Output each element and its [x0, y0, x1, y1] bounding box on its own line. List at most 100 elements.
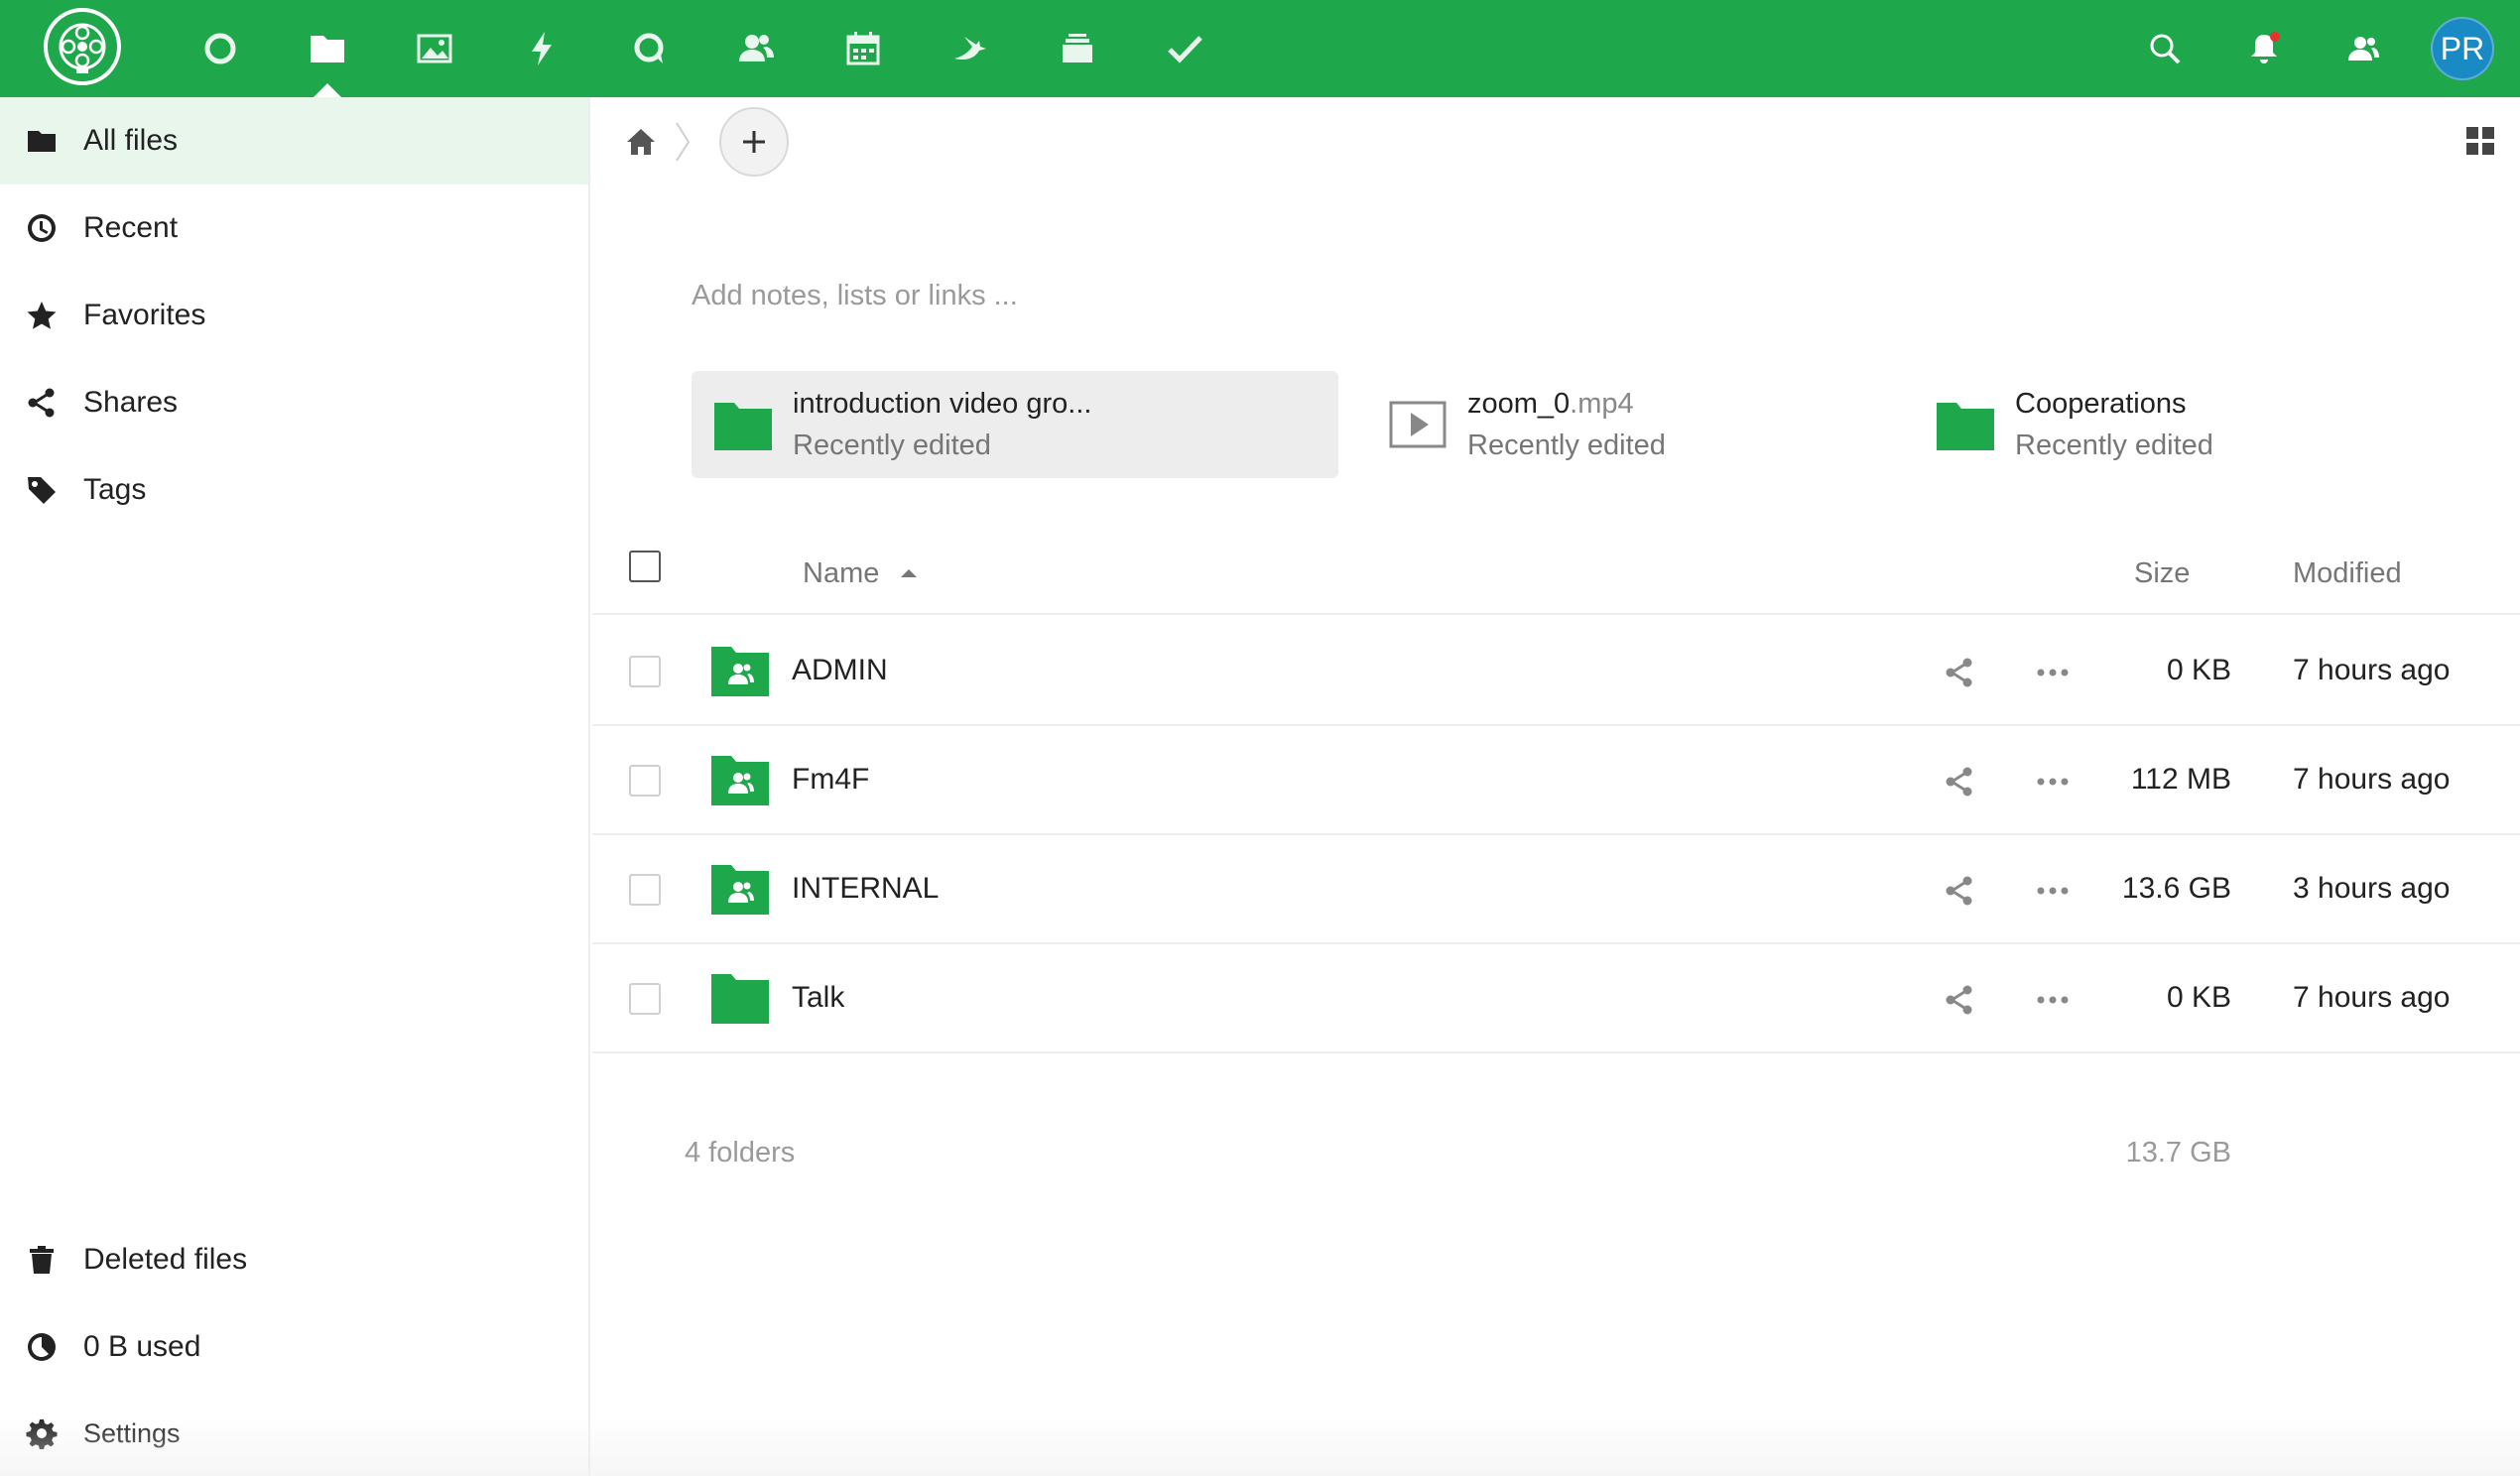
search-button[interactable] [2115, 0, 2214, 97]
folder-icon [24, 123, 60, 159]
recent-card-name: Cooperations [2015, 388, 2187, 420]
calendar-icon [846, 32, 880, 65]
share-button[interactable] [1940, 653, 1979, 692]
user-avatar[interactable]: PR [2431, 17, 2494, 80]
table-row[interactable]: INTERNAL 13.6 GB 3 hours ago [592, 835, 2520, 944]
shared-folder-icon [711, 754, 769, 805]
main-content: introduction video gro... Recently edite… [592, 97, 2520, 1476]
photos-app-button[interactable] [381, 0, 488, 97]
sidebar-item-tags[interactable]: Tags [0, 446, 588, 534]
sidebar-item-label: Deleted files [83, 1243, 248, 1276]
file-modified: 7 hours ago [2293, 763, 2451, 796]
file-table-header: Name Size Modified [592, 534, 2520, 615]
notification-dot [2270, 32, 2280, 42]
activity-app-button[interactable] [488, 0, 595, 97]
dashboard-app-button[interactable] [167, 0, 274, 97]
tasks-app-button[interactable] [1131, 0, 1238, 97]
files-app-button[interactable] [274, 0, 381, 97]
share-icon [1946, 876, 1972, 906]
recent-card-name: introduction video gro... [793, 388, 1092, 420]
talk-app-button[interactable] [595, 0, 702, 97]
sidebar: All files Recent Favorites Shares Tags D… [0, 97, 590, 1476]
table-row[interactable]: Fm4F 112 MB 7 hours ago [592, 726, 2520, 835]
deck-app-button[interactable] [1024, 0, 1131, 97]
share-button[interactable] [1940, 762, 1979, 801]
recent-files: introduction video gro... Recently edite… [692, 371, 2477, 478]
recent-card-subtitle: Recently edited [2015, 430, 2213, 461]
clock-icon [24, 210, 60, 246]
size-column-header[interactable]: Size [2134, 557, 2190, 590]
recent-card-basename: zoom_0 [1467, 388, 1571, 420]
name-column-header[interactable]: Name [803, 556, 918, 590]
quota-label: 0 B used [83, 1330, 201, 1363]
total-size: 13.7 GB [2125, 1136, 2231, 1168]
table-row[interactable]: Talk 0 KB 7 hours ago [592, 944, 2520, 1053]
sidebar-item-label: Recent [83, 211, 179, 244]
table-row[interactable]: ADMIN 0 KB 7 hours ago [592, 617, 2520, 726]
sidebar-item-deleted-files[interactable]: Deleted files [0, 1216, 588, 1303]
row-checkbox[interactable] [629, 656, 661, 687]
contacts-icon [2348, 37, 2379, 61]
recent-card-name: zoom_0.mp4 [1467, 383, 1666, 425]
more-actions-button[interactable] [2033, 871, 2073, 911]
file-name[interactable]: Talk [792, 981, 844, 1015]
row-checkbox[interactable] [629, 983, 661, 1015]
sort-ascending-icon [901, 569, 918, 577]
select-all-checkbox[interactable] [629, 551, 661, 582]
folder-icon [713, 395, 773, 454]
folder-notes-input[interactable] [692, 274, 1584, 317]
more-dots-icon [2037, 669, 2069, 676]
more-actions-button[interactable] [2033, 762, 2073, 801]
checkmark-icon [1168, 36, 1202, 63]
star-icon [24, 298, 60, 333]
recent-card[interactable]: introduction video gro... Recently edite… [692, 371, 1338, 478]
notifications-button[interactable] [2214, 0, 2314, 97]
plus-icon [743, 131, 765, 153]
row-checkbox[interactable] [629, 765, 661, 797]
recent-card[interactable]: Cooperations Recently edited [1914, 371, 2410, 478]
lightning-icon [532, 32, 552, 65]
folder-icon [711, 972, 769, 1024]
sidebar-item-settings[interactable]: Settings [0, 1391, 588, 1476]
home-breadcrumb[interactable] [614, 115, 668, 169]
share-button[interactable] [1940, 871, 1979, 911]
share-button[interactable] [1940, 980, 1979, 1020]
shared-folder-icon [711, 863, 769, 915]
contacts-icon [739, 35, 774, 62]
pie-chart-icon [24, 1329, 60, 1365]
mail-app-button[interactable] [917, 0, 1024, 97]
more-actions-button[interactable] [2033, 653, 2073, 692]
calendar-app-button[interactable] [810, 0, 917, 97]
recent-card-text: introduction video gro... Recently edite… [793, 383, 1091, 466]
file-size: 0 KB [2166, 981, 2231, 1014]
sidebar-item-recent[interactable]: Recent [0, 184, 588, 272]
new-file-button[interactable] [719, 107, 789, 177]
folder-icon [1936, 395, 1995, 454]
sidebar-item-all-files[interactable]: All files [0, 97, 588, 184]
file-size: 13.6 GB [2121, 872, 2231, 905]
file-name[interactable]: Fm4F [792, 763, 869, 797]
film-reel-icon [59, 23, 106, 73]
more-dots-icon [2037, 996, 2069, 1004]
recent-card[interactable]: zoom_0.mp4 Recently edited [1366, 371, 1862, 478]
bird-icon [954, 37, 986, 61]
file-name[interactable]: INTERNAL [792, 872, 939, 906]
grid-icon [2466, 127, 2494, 155]
app-navigation [167, 0, 1238, 97]
sidebar-item-favorites[interactable]: Favorites [0, 272, 588, 359]
name-column-label: Name [803, 556, 880, 589]
deck-icon [1063, 34, 1092, 62]
file-name[interactable]: ADMIN [792, 654, 888, 687]
trash-icon [24, 1242, 60, 1278]
logo[interactable] [44, 8, 121, 85]
table-summary: 4 folders 13.7 GB [592, 1113, 2520, 1192]
sidebar-item-shares[interactable]: Shares [0, 359, 588, 446]
file-modified: 7 hours ago [2293, 654, 2451, 686]
modified-column-header[interactable]: Modified [2293, 557, 2402, 590]
grid-view-toggle[interactable] [2464, 125, 2500, 161]
contacts-app-button[interactable] [702, 0, 810, 97]
talk-bubble-icon [634, 33, 664, 63]
contacts-menu-button[interactable] [2314, 0, 2413, 97]
row-checkbox[interactable] [629, 874, 661, 906]
more-actions-button[interactable] [2033, 980, 2073, 1020]
